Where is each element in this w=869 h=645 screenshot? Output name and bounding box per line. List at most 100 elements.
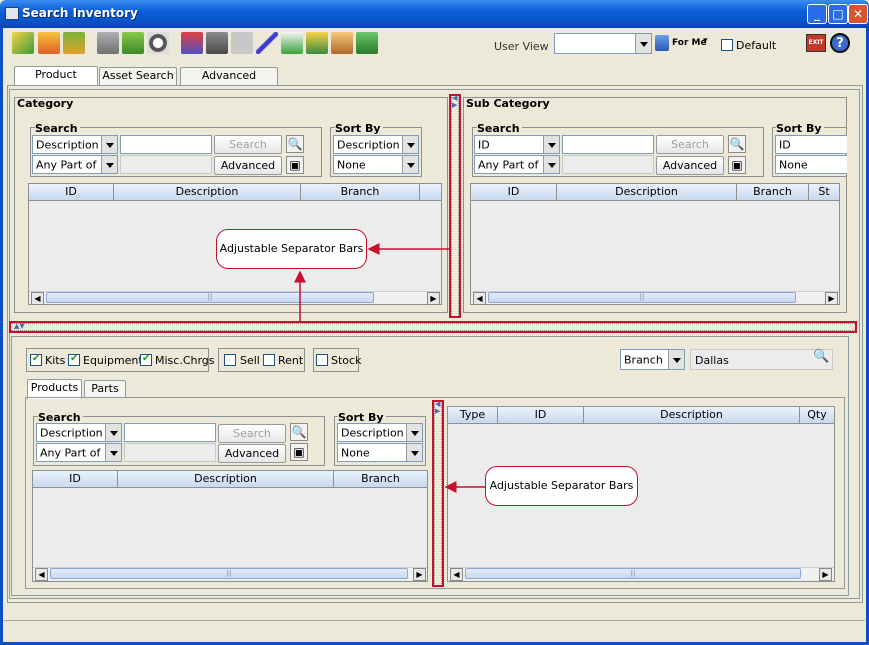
minimize-button[interactable]: _ <box>807 4 827 24</box>
maximize-button[interactable]: □ <box>828 4 848 24</box>
category-scroll-thumb[interactable]: || <box>46 292 374 303</box>
results-col-description[interactable]: Description <box>584 407 800 424</box>
collapse-arrows-icon[interactable]: ◀ ▶ <box>435 401 440 415</box>
scroll-left-icon[interactable]: ◀ <box>31 292 44 305</box>
sell-checkbox[interactable] <box>224 354 236 366</box>
category-sort-secondary[interactable]: None <box>333 155 419 174</box>
default-label: Default <box>736 39 777 52</box>
subcategory-search-input[interactable] <box>562 135 654 154</box>
default-checkbox[interactable] <box>721 39 733 51</box>
category-sort-primary-value: Description <box>337 138 400 151</box>
tab-product-search[interactable]: Product Search <box>14 66 98 97</box>
category-search-input[interactable] <box>120 135 212 154</box>
back-icon[interactable] <box>12 32 34 54</box>
stock-checkbox[interactable] <box>316 354 328 366</box>
rent-icon[interactable] <box>206 32 228 54</box>
branch-select[interactable]: Branch <box>620 349 685 370</box>
subcategory-find-icon[interactable]: 🔍 <box>728 135 746 153</box>
package-icon[interactable] <box>331 32 353 54</box>
document-icon[interactable] <box>231 32 253 54</box>
close-button[interactable]: ✕ <box>848 4 868 24</box>
collapse-up-down-icon[interactable]: ▲▼ <box>14 322 25 330</box>
category-advanced-icon[interactable]: ▣ <box>286 156 304 174</box>
subcategory-field-select[interactable]: ID <box>474 135 560 154</box>
chevron-down-icon <box>635 34 651 53</box>
category-find-icon[interactable]: 🔍 <box>286 135 304 153</box>
subcategory-col-branch[interactable]: Branch <box>737 184 809 201</box>
subcategory-col-description[interactable]: Description <box>557 184 737 201</box>
products-search-input[interactable] <box>124 423 216 442</box>
user-view-select[interactable] <box>554 33 652 54</box>
products-col-id[interactable]: ID <box>33 471 118 488</box>
edit-pencil-icon[interactable] <box>256 32 278 54</box>
products-sort-secondary[interactable]: None <box>337 443 423 462</box>
scroll-left-icon[interactable]: ◀ <box>35 568 48 581</box>
category-field-select[interactable]: Description <box>32 135 118 154</box>
rent-checkbox[interactable] <box>263 354 275 366</box>
branch-value-field[interactable]: Dallas <box>690 349 833 370</box>
copy-icon[interactable] <box>97 32 119 54</box>
kits-checkbox[interactable] <box>30 353 42 366</box>
groups-icon[interactable] <box>147 32 169 54</box>
scroll-right-icon[interactable]: ▶ <box>819 568 832 581</box>
subcategory-sort-primary[interactable]: ID <box>775 135 847 154</box>
products-search-button[interactable]: Search <box>218 424 286 443</box>
transfer-icon[interactable] <box>122 32 144 54</box>
price-icon[interactable] <box>281 32 303 54</box>
grid-icon[interactable] <box>38 32 60 54</box>
tab-advanced-criteria[interactable]: Advanced Criteria <box>180 67 278 98</box>
search-icon[interactable]: 🔍 <box>813 349 829 364</box>
exit-icon[interactable]: EXIT <box>806 34 826 52</box>
subcategory-advanced-icon[interactable]: ▣ <box>728 156 746 174</box>
subcategory-sort-secondary[interactable]: None <box>775 155 847 174</box>
products-col-branch[interactable]: Branch <box>334 471 427 488</box>
category-col-branch[interactable]: Branch <box>301 184 420 201</box>
separator-callout-top: Adjustable Separator Bars <box>216 229 367 269</box>
products-find-icon[interactable]: 🔍 <box>290 423 308 441</box>
tab-products[interactable]: Products <box>27 379 82 399</box>
subcategory-match-select[interactable]: Any Part of ... <box>474 155 560 174</box>
scroll-right-icon[interactable]: ▶ <box>825 292 838 305</box>
products-match-select[interactable]: Any Part of ... <box>36 443 122 462</box>
asset-icon[interactable] <box>181 32 203 54</box>
collapse-arrows-icon[interactable]: ◀ ▶ <box>452 95 457 109</box>
results-col-id[interactable]: ID <box>498 407 584 424</box>
products-advanced-icon[interactable]: ▣ <box>290 443 308 461</box>
separator-callout-bottom: Adjustable Separator Bars <box>485 466 638 506</box>
results-col-type[interactable]: Type <box>448 407 498 424</box>
subcategory-scroll-thumb[interactable]: || <box>488 292 796 303</box>
category-col-id[interactable]: ID <box>29 184 114 201</box>
category-sort-primary[interactable]: Description <box>333 135 419 154</box>
scroll-left-icon[interactable]: ◀ <box>473 292 486 305</box>
products-field-select[interactable]: Description <box>36 423 122 442</box>
products-sort-primary[interactable]: Description <box>337 423 423 442</box>
money-icon[interactable] <box>306 32 328 54</box>
subcategory-search-button[interactable]: Search <box>656 135 724 154</box>
for-me-dropdown-icon[interactable]: ▾ <box>703 36 708 46</box>
list-icon[interactable] <box>63 32 85 54</box>
category-advanced-button[interactable]: Advanced <box>214 156 282 175</box>
results-col-qty[interactable]: Qty <box>800 407 834 424</box>
scroll-left-icon[interactable]: ◀ <box>450 568 463 581</box>
misc-charges-checkbox[interactable] <box>140 353 152 366</box>
tab-parts[interactable]: Parts <box>84 380 126 398</box>
help-icon[interactable]: ? <box>830 33 850 53</box>
subcategory-col-id[interactable]: ID <box>471 184 557 201</box>
equipment-checkbox[interactable] <box>68 353 80 366</box>
products-col-description[interactable]: Description <box>118 471 334 488</box>
scroll-right-icon[interactable]: ▶ <box>413 568 426 581</box>
category-search-button[interactable]: Search <box>214 135 282 154</box>
category-sort-secondary-value: None <box>337 158 366 171</box>
subcategory-advanced-button[interactable]: Advanced <box>656 156 724 175</box>
for-me-label[interactable]: For Me <box>672 38 707 48</box>
category-col-description[interactable]: Description <box>114 184 301 201</box>
tab-asset-search[interactable]: Asset Search <box>99 67 177 85</box>
products-scroll-thumb[interactable]: || <box>50 568 408 579</box>
results-scroll-thumb[interactable]: || <box>465 568 801 579</box>
scroll-right-icon[interactable]: ▶ <box>427 292 440 305</box>
category-match-select[interactable]: Any Part of ... <box>32 155 118 174</box>
book-icon[interactable] <box>356 32 378 54</box>
subcategory-col-status[interactable]: St <box>809 184 839 201</box>
products-advanced-button[interactable]: Advanced <box>218 444 286 463</box>
save-icon[interactable] <box>655 35 669 51</box>
